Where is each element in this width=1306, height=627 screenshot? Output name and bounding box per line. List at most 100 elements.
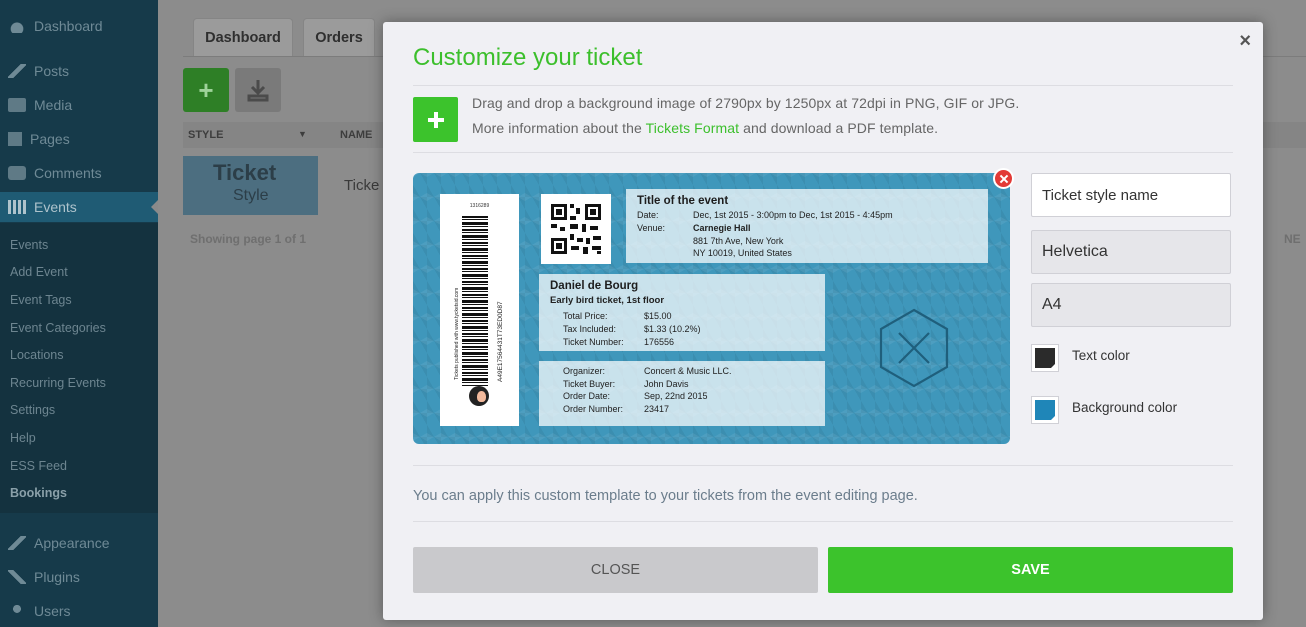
- ticket-preview[interactable]: 1316289 A49E17564431T73ED0D87 Tickets pu…: [413, 173, 1010, 444]
- ticket-number-label: Ticket Number:: [563, 337, 624, 347]
- customize-ticket-modal: × Customize your ticket Drag and drop a …: [383, 22, 1263, 620]
- format-info-pre: More information about the: [472, 120, 646, 136]
- organizer-label: Organizer:: [563, 366, 606, 376]
- ticket-stub: 1316289 A49E17564431T73ED0D87 Tickets pu…: [440, 194, 519, 426]
- plus-icon: +: [198, 74, 214, 105]
- submenu-ess-feed[interactable]: ESS Feed: [10, 459, 67, 473]
- menu-label: Events: [34, 199, 77, 215]
- venue-name: Carnegie Hall: [693, 223, 751, 233]
- ticket-number-value: 176556: [644, 337, 675, 347]
- dashboard-icon: [8, 19, 26, 33]
- text-color-label: Text color: [1072, 348, 1130, 363]
- menu-dashboard[interactable]: Dashboard: [0, 11, 158, 41]
- avatar-logo-icon: [469, 386, 489, 406]
- submenu-locations[interactable]: Locations: [10, 348, 64, 362]
- remove-background-icon[interactable]: [993, 168, 1014, 189]
- menu-media[interactable]: Media: [0, 90, 158, 120]
- menu-label: Comments: [34, 165, 102, 181]
- menu-plugins[interactable]: Plugins: [0, 562, 158, 592]
- menu-posts[interactable]: Posts: [0, 56, 158, 86]
- stub-credits: Tickets published with www.tycketsid.com: [454, 287, 460, 380]
- menu-users[interactable]: Users: [0, 596, 158, 626]
- plug-icon: [8, 570, 26, 584]
- tax-label: Tax Included:: [563, 324, 617, 334]
- event-title: Title of the event: [637, 195, 729, 207]
- tickets-format-link[interactable]: Tickets Format: [646, 120, 739, 136]
- paper-size-select[interactable]: A4: [1031, 283, 1231, 327]
- brush-icon: [8, 536, 26, 550]
- submenu-settings[interactable]: Settings: [10, 403, 55, 417]
- background-color-swatch: [1035, 400, 1056, 421]
- style-name-input[interactable]: Ticket style name: [1031, 173, 1231, 217]
- save-button[interactable]: SAVE: [828, 547, 1233, 593]
- pin-icon: [8, 64, 26, 78]
- menu-label: Pages: [30, 131, 70, 147]
- submenu-add-event[interactable]: Add Event: [10, 265, 68, 279]
- menu-appearance[interactable]: Appearance: [0, 528, 158, 558]
- divider: [413, 521, 1233, 522]
- comment-icon: [8, 166, 26, 180]
- stub-number: 1316289: [469, 203, 490, 209]
- stub-code: A49E17564431T73ED0D87: [497, 301, 504, 382]
- tab-orders[interactable]: Orders: [303, 18, 375, 56]
- add-style-button[interactable]: +: [183, 68, 229, 112]
- ticket-type: Early bird ticket, 1st floor: [550, 295, 665, 306]
- submenu-event-tags[interactable]: Event Tags: [10, 293, 72, 307]
- menu-events[interactable]: Events: [0, 192, 158, 222]
- organizer-value: Concert & Music LLC.: [644, 366, 732, 376]
- menu-pages[interactable]: Pages: [0, 124, 158, 154]
- venue-label: Venue:: [637, 223, 666, 233]
- date-value: Dec, 1st 2015 - 3:00pm to Dec, 1st 2015 …: [693, 210, 893, 220]
- calendar-icon: [8, 200, 26, 214]
- attendee-panel: Daniel de Bourg Early bird ticket, 1st f…: [539, 274, 825, 351]
- sort-icon[interactable]: ▼: [298, 129, 307, 139]
- template-note: You can apply this custom template to yo…: [413, 488, 918, 504]
- close-icon[interactable]: ×: [1239, 30, 1251, 53]
- format-info: More information about the Tickets Forma…: [472, 120, 938, 136]
- venue-address-2: NY 10019, United States: [693, 248, 792, 258]
- order-date-value: Sep, 22nd 2015: [644, 391, 708, 401]
- pages-icon: [8, 132, 22, 146]
- menu-label: Media: [34, 97, 73, 113]
- submenu-recurring-events[interactable]: Recurring Events: [10, 376, 106, 390]
- divider: [413, 465, 1233, 466]
- order-date-label: Order Date:: [563, 391, 611, 401]
- qr-code-icon: [551, 204, 601, 254]
- next-page-link[interactable]: NE: [1284, 232, 1301, 246]
- column-style[interactable]: STYLE: [188, 129, 223, 141]
- format-info-post: and download a PDF template.: [739, 120, 939, 136]
- text-color-swatch: [1035, 348, 1056, 369]
- buyer-label: Ticket Buyer:: [563, 379, 616, 389]
- menu-label: Users: [34, 603, 71, 619]
- paging-info: Showing page 1 of 1: [190, 232, 307, 246]
- attendee-name: Daniel de Bourg: [550, 280, 639, 292]
- download-button[interactable]: [235, 68, 281, 112]
- menu-comments[interactable]: Comments: [0, 158, 158, 188]
- download-icon: [247, 80, 269, 102]
- venue-address-1: 881 7th Ave, New York: [693, 236, 784, 246]
- users-icon: [8, 604, 26, 618]
- upload-instructions: Drag and drop a background image of 2790…: [472, 95, 1020, 111]
- style-thumbnail[interactable]: Ticket Style: [183, 156, 318, 215]
- price-label: Total Price:: [563, 311, 608, 321]
- tab-dashboard[interactable]: Dashboard: [193, 18, 293, 56]
- media-icon: [8, 98, 26, 112]
- hexagon-logo-icon: [879, 308, 949, 388]
- submenu-events[interactable]: Events: [10, 238, 48, 252]
- submenu-event-categories[interactable]: Event Categories: [10, 321, 106, 335]
- submenu-help[interactable]: Help: [10, 431, 36, 445]
- upload-background-button[interactable]: [413, 97, 458, 142]
- submenu-bookings[interactable]: Bookings: [10, 486, 67, 500]
- admin-sidebar: Dashboard Posts Media Pages Comments Eve…: [0, 0, 158, 627]
- event-panel: Title of the event Date: Dec, 1st 2015 -…: [626, 189, 988, 263]
- menu-label: Posts: [34, 63, 70, 79]
- text-color-picker[interactable]: [1031, 344, 1059, 372]
- tax-value: $1.33 (10.2%): [644, 324, 701, 334]
- background-color-picker[interactable]: [1031, 396, 1059, 424]
- style-row-name[interactable]: Ticke: [344, 177, 379, 194]
- column-name[interactable]: NAME: [340, 129, 372, 141]
- font-select[interactable]: Helvetica: [1031, 230, 1231, 274]
- order-number-value: 23417: [644, 404, 670, 414]
- divider: [413, 152, 1233, 153]
- close-button[interactable]: CLOSE: [413, 547, 818, 593]
